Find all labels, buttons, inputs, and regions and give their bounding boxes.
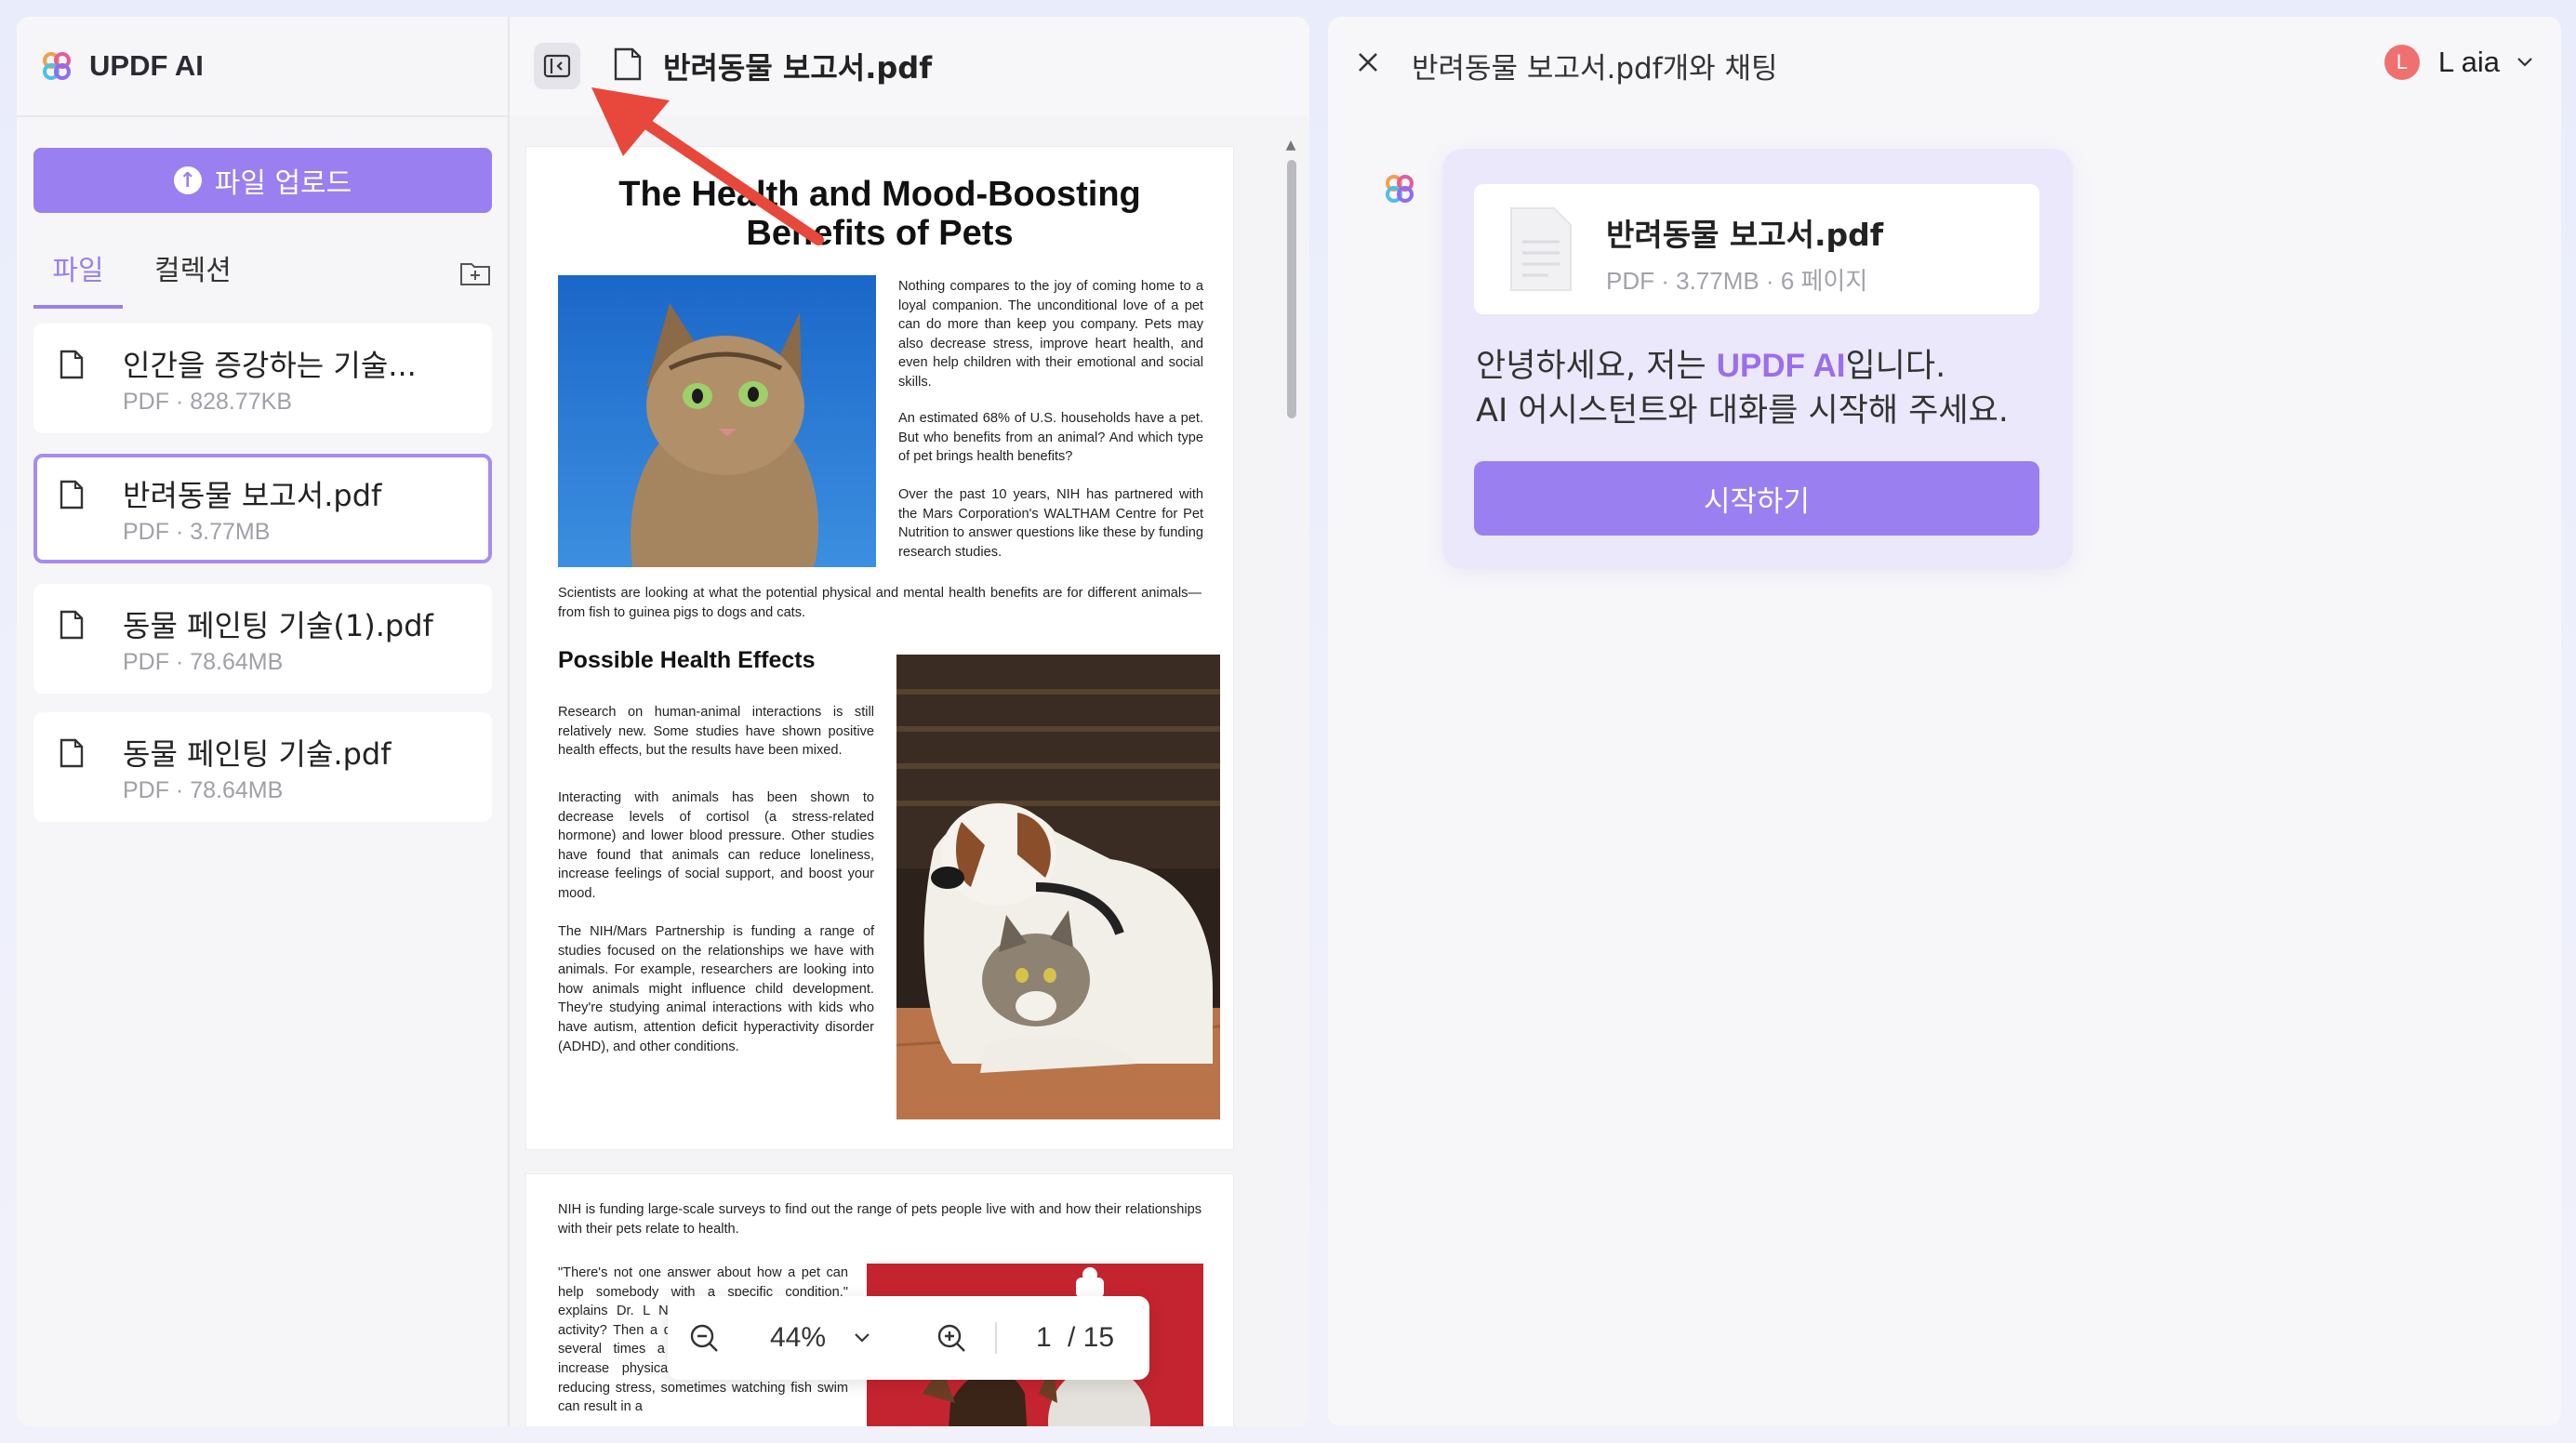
greeting-pre: 안녕하세요, 저는 <box>1476 348 1717 385</box>
pdf-viewer: 반려동물 보고서.pdf The Health and Mood-Boostin… <box>510 17 1309 1426</box>
upload-arrow-icon: ↑ <box>173 166 202 194</box>
file-thumbnail-icon <box>1510 207 1572 291</box>
paragraph: Over the past 10 years, NIH has partnere… <box>898 487 1203 560</box>
page-current[interactable]: 1 <box>1036 1296 1052 1380</box>
document-icon <box>60 738 84 768</box>
zoom-in-icon <box>937 1324 965 1352</box>
close-icon[interactable] <box>1356 50 1380 74</box>
scroll-up-icon[interactable]: ▲ <box>1285 139 1296 152</box>
greeting-brand: UPDF AI <box>1716 348 1846 384</box>
file-sidebar: UPDF AI ↑ 파일 업로드 파일 컬렉션 인간을 증강하는 기술... P… <box>17 17 510 1426</box>
zoom-toolbar: 44% 1 / 15 <box>668 1296 1149 1380</box>
vertical-scrollbar[interactable]: ▲ ▼ <box>1285 139 1296 1426</box>
paragraph: Nothing compares to the joy of coming ho… <box>898 279 1203 390</box>
file-name: 반려동물 보고서.pdf <box>123 478 382 513</box>
file-item-painting[interactable]: 동물 페인팅 기술.pdf PDF · 78.64MB <box>33 712 492 822</box>
file-name: 동물 페인팅 기술(1).pdf <box>123 608 433 643</box>
page-title: The Health and Mood-Boosting Benefits of… <box>526 175 1233 253</box>
tab-collections[interactable]: 컬렉션 <box>154 247 232 305</box>
file-meta: PDF · 78.64MB <box>123 777 284 803</box>
file-item-augment[interactable]: 인간을 증강하는 기술... PDF · 828.77KB <box>33 324 492 433</box>
file-item-pet-report[interactable]: 반려동물 보고서.pdf PDF · 3.77MB <box>33 454 492 563</box>
collapse-sidebar-button[interactable] <box>534 43 580 89</box>
divider <box>995 1322 997 1354</box>
new-folder-icon[interactable] <box>459 260 491 286</box>
zoom-value[interactable]: 44% <box>770 1296 826 1380</box>
chat-panel: 반려동물 보고서.pdf개와 채팅 L L aia 반려동물 보고서.pdf P… <box>1328 17 2561 1426</box>
user-menu[interactable]: L L aia <box>2383 45 2533 80</box>
user-name: L aia <box>2437 46 2500 78</box>
viewer-file-title: 반려동물 보고서.pdf <box>663 50 933 86</box>
attached-file-card: 반려동물 보고서.pdf PDF · 3.77MB · 6 페이지 <box>1474 184 2039 314</box>
upload-label: 파일 업로드 <box>214 167 352 200</box>
paragraph: The NIH/Mars Partnership is funding a ra… <box>558 924 874 1054</box>
viewer-header: 반려동물 보고서.pdf <box>510 17 1309 115</box>
greeting-post: 입니다. <box>1845 348 1946 385</box>
collapse-sidebar-icon <box>543 54 571 78</box>
file-meta: PDF · 78.64MB <box>123 649 284 675</box>
sidebar-tabs: 파일 컬렉션 <box>33 247 491 309</box>
zoom-out-icon <box>690 1324 718 1352</box>
paragraph: An estimated 68% of U.S. households have… <box>898 411 1203 465</box>
file-name: 인간을 증강하는 기술... <box>123 348 417 383</box>
document-icon <box>60 350 84 379</box>
section-heading: Possible Health Effects <box>558 647 816 673</box>
greeting-text: 안녕하세요, 저는 UPDF AI입니다. AI 어시스턴트와 대화를 시작해 … <box>1476 344 2009 433</box>
cat-photo <box>558 275 876 567</box>
page-title-line-1: The Health and Mood-Boosting <box>618 175 1141 214</box>
zoom-out-button[interactable] <box>688 1296 720 1380</box>
dog-and-cat-photo <box>896 655 1220 1119</box>
sidebar-header: UPDF AI <box>17 17 508 117</box>
avatar: L <box>2383 45 2420 80</box>
chat-title: 반려동물 보고서.pdf개와 채팅 <box>1412 52 1778 86</box>
start-chat-button[interactable]: 시작하기 <box>1474 461 2039 536</box>
tab-files[interactable]: 파일 <box>33 247 123 309</box>
chevron-down-icon <box>2517 58 2532 67</box>
paragraph: Scientists are looking at what the poten… <box>558 586 1202 620</box>
attached-file-name: 반려동물 보고서.pdf <box>1606 217 1884 253</box>
attached-file-meta: PDF · 3.77MB · 6 페이지 <box>1606 267 1868 295</box>
document-icon <box>614 47 642 81</box>
page-title-line-2: Benefits of Pets <box>746 214 1014 253</box>
document-icon <box>60 610 84 640</box>
zoom-dropdown[interactable] <box>854 1296 870 1380</box>
library-panel: UPDF AI ↑ 파일 업로드 파일 컬렉션 인간을 증강하는 기술... P… <box>17 17 1309 1426</box>
scrollbar-thumb[interactable] <box>1287 160 1296 418</box>
paragraph: NIH is funding large-scale surveys to fi… <box>558 1202 1202 1237</box>
updf-logo-icon <box>43 52 71 80</box>
zoom-in-button[interactable] <box>936 1296 967 1380</box>
chevron-down-icon <box>855 1333 870 1343</box>
file-meta: PDF · 3.77MB <box>123 519 271 545</box>
document-icon <box>60 480 84 510</box>
file-meta: PDF · 828.77KB <box>123 389 293 415</box>
page-total: / 15 <box>1068 1322 1115 1353</box>
welcome-card: 반려동물 보고서.pdf PDF · 3.77MB · 6 페이지 안녕하세요,… <box>1442 149 2073 569</box>
upload-file-button[interactable]: ↑ 파일 업로드 <box>33 148 492 213</box>
updf-ai-bot-icon <box>1386 175 1414 203</box>
pdf-page-1: The Health and Mood-Boosting Benefits of… <box>526 147 1233 1149</box>
file-item-painting-1[interactable]: 동물 페인팅 기술(1).pdf PDF · 78.64MB <box>33 584 492 694</box>
paragraph: Research on human-animal interactions is… <box>558 705 874 759</box>
file-name: 동물 페인팅 기술.pdf <box>123 736 392 772</box>
app-brand: UPDF AI <box>89 49 204 82</box>
greeting-line-2: AI 어시스턴트와 대화를 시작해 주세요. <box>1476 392 2009 430</box>
paragraph: Interacting with animals has been shown … <box>558 790 874 901</box>
